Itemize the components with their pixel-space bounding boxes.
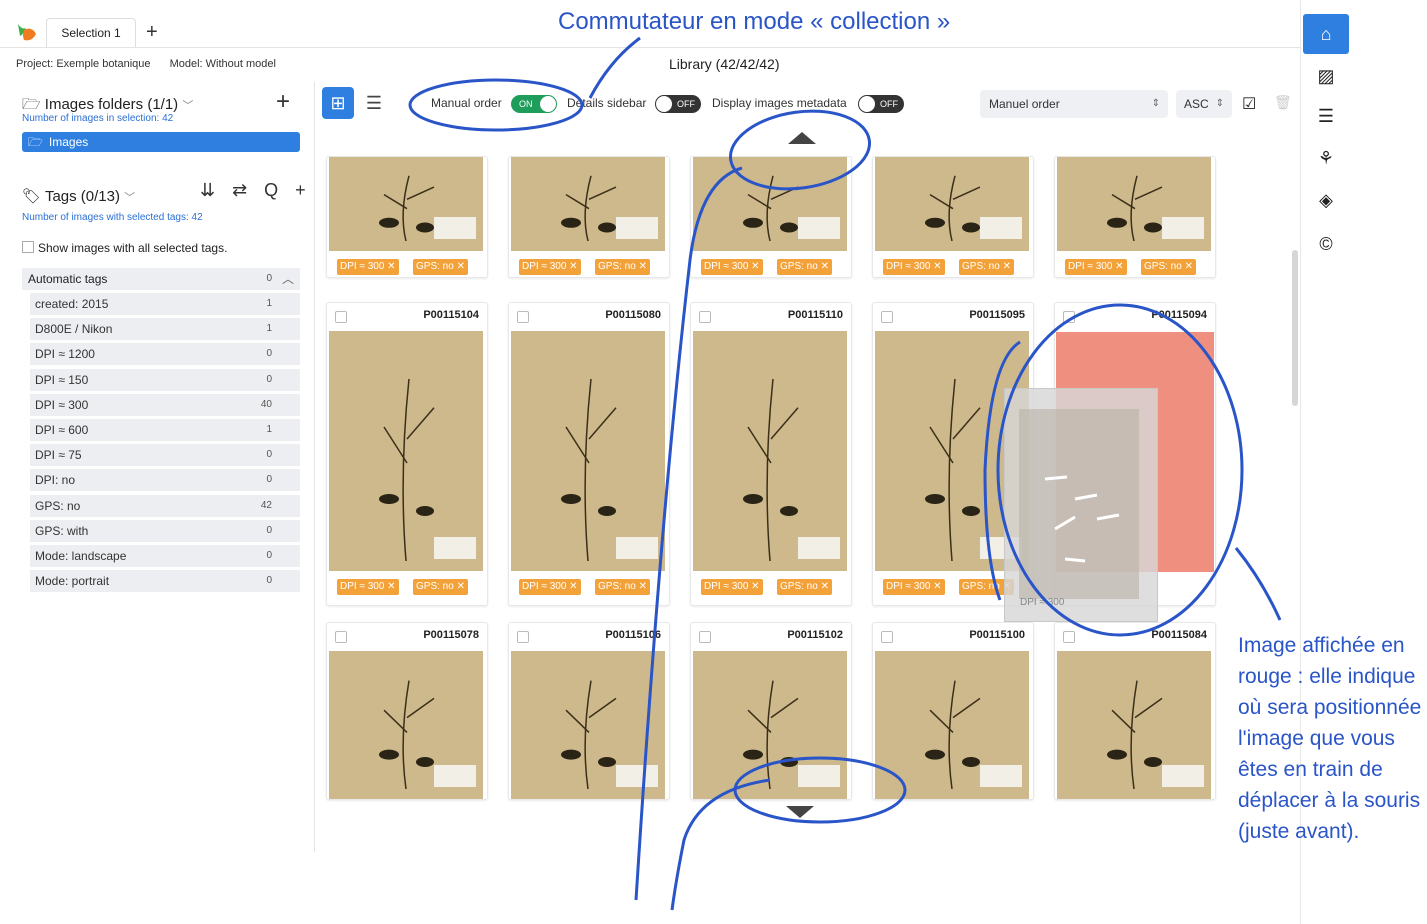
annotation-circle-down bbox=[733, 756, 907, 824]
annotation-strokes bbox=[408, 36, 1282, 911]
annotation-line-drag-2 bbox=[670, 778, 771, 911]
annotation-circle-target bbox=[996, 303, 1244, 637]
annotation-circle-up bbox=[728, 109, 872, 191]
annotation-line-top bbox=[588, 36, 641, 99]
annotation-circle-toggle bbox=[408, 78, 584, 132]
annotation-line-ghost bbox=[983, 340, 1021, 601]
annotation-line-drag bbox=[634, 166, 743, 901]
annotation-line-right bbox=[1234, 547, 1282, 621]
